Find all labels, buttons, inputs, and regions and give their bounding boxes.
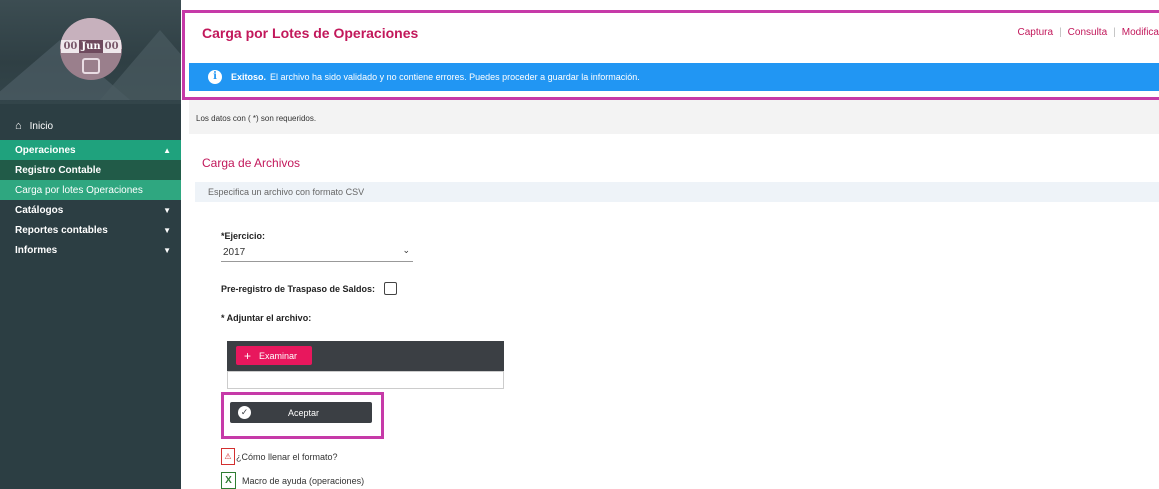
section-subheader: Especifica un archivo con formato CSV	[195, 182, 1159, 202]
section-title: Carga de Archivos	[202, 156, 301, 170]
check-icon: ✓	[238, 406, 251, 419]
highlight-frame-header	[182, 10, 1159, 100]
aceptar-button[interactable]: ✓ Aceptar	[230, 402, 372, 423]
logo: 00 Jun 00	[60, 18, 122, 80]
sidebar-item-label: Registro Contable	[15, 164, 102, 176]
sidebar-item-operaciones[interactable]: Operaciones ▲	[0, 140, 181, 160]
required-note: Los datos con ( *) son requeridos.	[189, 100, 1159, 134]
examinar-button[interactable]: + Examinar	[236, 346, 312, 365]
sidebar-item-inicio[interactable]: ⌂ Inicio	[0, 116, 181, 136]
sidebar-item-label: Reportes contables	[15, 224, 108, 236]
chevron-down-icon: ▼	[163, 245, 171, 255]
file-path-input[interactable]	[227, 371, 504, 389]
pdf-icon: ⚠	[221, 448, 235, 465]
chevron-up-icon: ▲	[163, 145, 171, 155]
aceptar-label: Aceptar	[287, 407, 320, 418]
coins-icon	[82, 58, 100, 74]
logo-month: Jun	[79, 40, 103, 53]
excel-icon: X	[221, 472, 236, 489]
como-llenar-label: ¿Cómo llenar el formato?	[236, 451, 338, 462]
sidebar-item-reportes-contables[interactable]: Reportes contables ▼	[0, 220, 181, 240]
sidebar-item-informes[interactable]: Informes ▼	[0, 240, 181, 260]
ejercicio-select[interactable]: 2017 ⌄	[221, 242, 413, 262]
sidebar: 00 Jun 00 ⌂ Inicio Operaciones ▲ Registro …	[0, 0, 181, 489]
preregistro-label: Pre-registro de Traspaso de Saldos:	[221, 284, 376, 294]
sidebar-item-label: Informes	[15, 244, 58, 256]
sidebar-item-label: Inicio	[29, 120, 54, 132]
logo-year: 00	[102, 40, 121, 53]
logo-day: 00	[61, 40, 80, 53]
como-llenar-link[interactable]: ⚠ ¿Cómo llenar el formato?	[221, 448, 338, 465]
sidebar-nav: ⌂ Inicio Operaciones ▲ Registro Contable…	[0, 116, 181, 260]
sidebar-item-label: Operaciones	[15, 144, 76, 156]
sidebar-item-label: Catálogos	[15, 204, 64, 216]
macro-label: Macro de ayuda (operaciones)	[242, 475, 365, 486]
sidebar-subitem-registro-contable[interactable]: Registro Contable	[0, 160, 181, 180]
ejercicio-label: *Ejercicio:	[221, 231, 266, 241]
chevron-down-icon: ⌄	[402, 245, 410, 255]
home-icon: ⌂	[15, 120, 22, 132]
sidebar-subitem-carga-lotes[interactable]: Carga por lotes Operaciones	[0, 180, 181, 200]
plus-icon: +	[244, 348, 252, 363]
macro-link[interactable]: X Macro de ayuda (operaciones)	[221, 472, 364, 489]
chevron-down-icon: ▼	[163, 225, 171, 235]
preregistro-checkbox[interactable]	[384, 282, 397, 295]
examinar-label: Examinar	[259, 350, 298, 361]
chevron-down-icon: ▼	[163, 205, 171, 215]
sidebar-item-label: Carga por lotes Operaciones	[15, 184, 143, 196]
logo-area: 00 Jun 00	[0, 0, 181, 104]
sidebar-item-catalogos[interactable]: Catálogos ▼	[0, 200, 181, 220]
ejercicio-value: 2017	[223, 247, 246, 258]
adjuntar-label: * Adjuntar el archivo:	[221, 313, 312, 323]
